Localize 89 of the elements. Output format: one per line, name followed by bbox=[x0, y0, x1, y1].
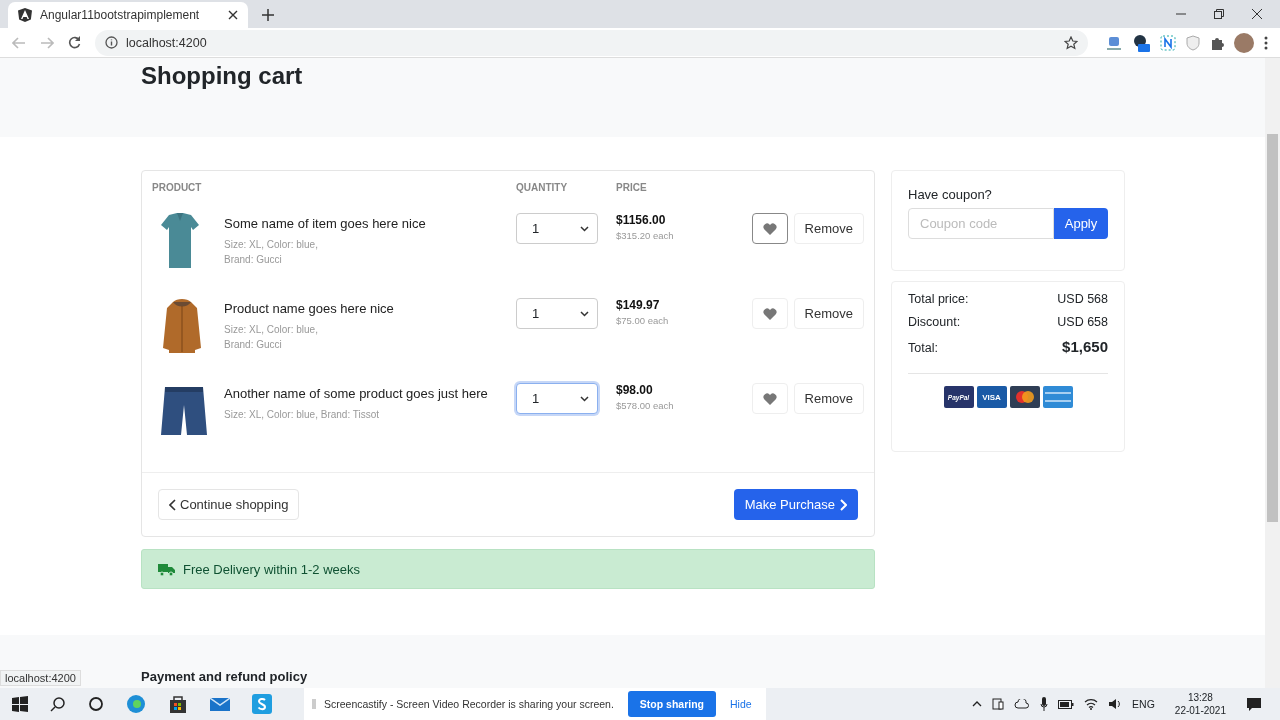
price-each: $75.00 each bbox=[616, 315, 670, 326]
heart-icon bbox=[762, 307, 777, 320]
truck-icon bbox=[158, 562, 175, 576]
product-name[interactable]: Product name goes here nice bbox=[224, 301, 394, 316]
price-each: $315.20 each bbox=[616, 230, 675, 241]
price-total: $149.97 bbox=[616, 298, 661, 312]
windows-start-icon[interactable] bbox=[12, 696, 28, 712]
more-icon[interactable] bbox=[1264, 35, 1268, 50]
remove-button[interactable]: Remove bbox=[793, 298, 864, 329]
hide-button[interactable]: Hide bbox=[724, 697, 758, 711]
summary-label: Total price: bbox=[908, 292, 969, 306]
price-total: $98.00 bbox=[616, 383, 654, 397]
search-icon[interactable] bbox=[50, 696, 66, 712]
delivery-text: Free Delivery within 1-2 weeks bbox=[183, 561, 360, 577]
clock-time[interactable]: 13:28 bbox=[1187, 691, 1213, 704]
visa-card-icon: VISA bbox=[976, 386, 1007, 408]
language-indicator[interactable]: ENG bbox=[1132, 698, 1155, 710]
chevron-down-icon bbox=[580, 395, 589, 402]
share-notice-text: Screencastify - Screen Video Recorder is sharing your screen. bbox=[324, 698, 614, 710]
microphone-icon[interactable] bbox=[1040, 697, 1049, 711]
avatar-icon[interactable] bbox=[1234, 32, 1254, 53]
status-url: localhost:4200 bbox=[0, 670, 81, 686]
price-total: $1156.00 bbox=[616, 213, 667, 227]
product-name[interactable]: Some name of item goes here nice bbox=[224, 216, 426, 231]
policy-heading: Payment and refund policy bbox=[141, 669, 309, 684]
info-icon bbox=[105, 36, 118, 49]
chevron-down-icon bbox=[580, 225, 589, 232]
chevron-down-icon bbox=[580, 310, 589, 317]
task-view-icon[interactable] bbox=[88, 696, 104, 712]
page-title: Shopping cart bbox=[141, 62, 304, 90]
chevron-right-icon bbox=[840, 498, 847, 511]
scrollbar-thumb[interactable] bbox=[1267, 134, 1278, 522]
scrollbar[interactable] bbox=[1265, 58, 1280, 688]
extension-icon[interactable] bbox=[1132, 33, 1150, 52]
chevron-left-icon bbox=[169, 498, 176, 511]
close-icon[interactable] bbox=[1252, 9, 1262, 19]
summary-value: USD 658 bbox=[1057, 315, 1108, 329]
column-header: QUANTITY bbox=[516, 182, 569, 193]
apply-button[interactable]: Apply bbox=[1054, 208, 1108, 239]
close-icon[interactable] bbox=[228, 10, 238, 20]
remove-button[interactable]: Remove bbox=[793, 213, 864, 244]
reload-icon[interactable] bbox=[68, 36, 81, 49]
drag-handle-icon bbox=[312, 699, 316, 709]
coupon-input[interactable]: Coupon code bbox=[908, 208, 1054, 239]
tab-title: Angular11bootstrapimplement bbox=[40, 8, 201, 22]
heart-icon bbox=[762, 392, 777, 405]
browser-app-icon[interactable] bbox=[126, 694, 146, 714]
url-text: localhost:4200 bbox=[126, 35, 207, 50]
product-details: Size: XL, Color: blue, Brand: Gucci bbox=[224, 238, 319, 267]
store-bag-icon[interactable] bbox=[168, 694, 188, 714]
quantity-dropdown[interactable]: 1 bbox=[516, 383, 598, 414]
mastercard-icon bbox=[1009, 386, 1040, 408]
address-bar[interactable]: localhost:4200 bbox=[95, 29, 1088, 56]
column-header: PRODUCT bbox=[152, 182, 203, 193]
favorite-button[interactable] bbox=[751, 213, 788, 244]
quantity-dropdown[interactable]: 1 bbox=[516, 213, 598, 244]
price-each: $578.00 each bbox=[616, 400, 675, 411]
mail-icon[interactable] bbox=[210, 696, 230, 712]
product-name[interactable]: Another name of some product goes just here bbox=[224, 386, 488, 401]
wifi-icon[interactable] bbox=[1084, 698, 1099, 710]
restore-icon[interactable] bbox=[1214, 9, 1224, 19]
new-tab-icon[interactable] bbox=[262, 9, 274, 21]
cloud-icon[interactable] bbox=[1014, 699, 1031, 709]
device-icon[interactable] bbox=[992, 698, 1005, 710]
summary-value: $1,650 bbox=[1062, 338, 1108, 355]
remove-button[interactable]: Remove bbox=[793, 383, 864, 414]
browser-tab[interactable]: Angular11bootstrapimplement bbox=[8, 2, 248, 28]
amex-card-icon bbox=[1042, 386, 1073, 408]
product-details: Size: XL, Color: blue, Brand: Gucci bbox=[224, 323, 319, 352]
quantity-dropdown[interactable]: 1 bbox=[516, 298, 598, 329]
coupon-label: Have coupon? bbox=[908, 187, 993, 202]
clock-date[interactable]: 22-01-2021 bbox=[1174, 704, 1226, 717]
chevron-up-icon[interactable] bbox=[972, 701, 983, 707]
stop-sharing-button[interactable]: Stop sharing bbox=[627, 691, 717, 717]
summary-label: Total: bbox=[908, 341, 938, 355]
make-purchase-button[interactable]: Make Purchase bbox=[733, 489, 858, 520]
angular-logo-icon bbox=[18, 8, 32, 22]
notification-icon[interactable] bbox=[1246, 696, 1262, 712]
star-icon[interactable] bbox=[1064, 35, 1078, 50]
speaker-icon[interactable] bbox=[1108, 698, 1123, 710]
column-header: PRICE bbox=[616, 182, 648, 193]
chat-app-icon[interactable] bbox=[252, 694, 272, 714]
summary-label: Discount: bbox=[908, 315, 961, 329]
heart-icon bbox=[762, 222, 777, 235]
continue-shopping-button[interactable]: Continue shopping bbox=[158, 489, 300, 520]
puzzle-icon[interactable] bbox=[1210, 35, 1224, 50]
summary-value: USD 568 bbox=[1057, 292, 1108, 306]
product-details: Size: XL, Color: blue, Brand: Tissot bbox=[224, 408, 381, 422]
battery-icon[interactable] bbox=[1058, 699, 1075, 709]
